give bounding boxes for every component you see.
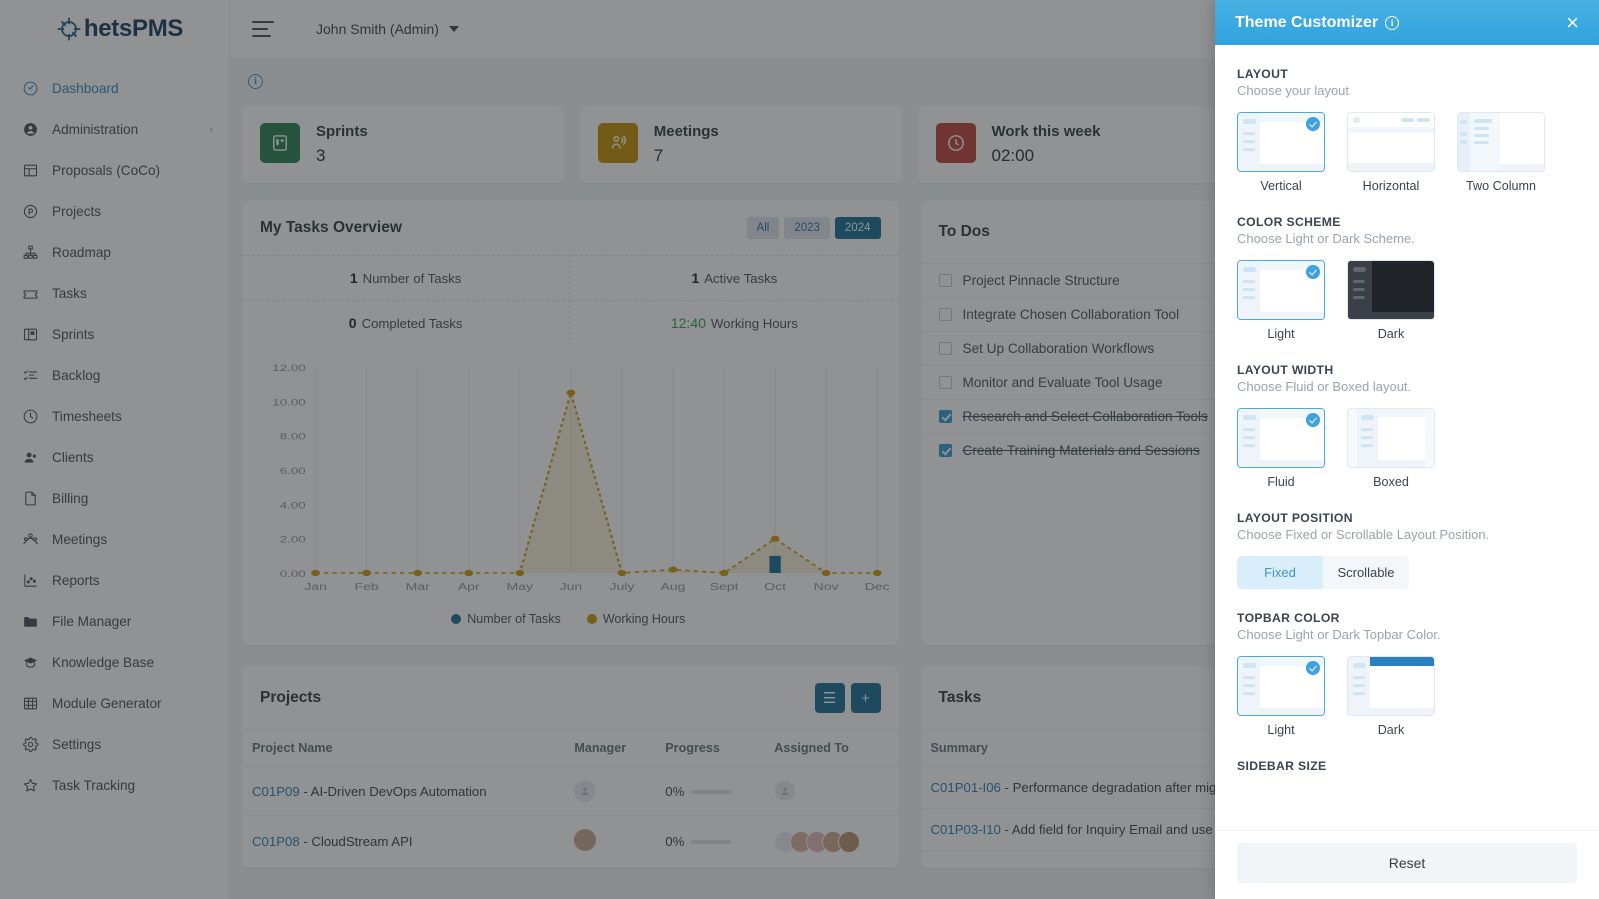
tc-section-heading: LAYOUT [1237, 67, 1289, 81]
tc-thumb-label: Light [1267, 723, 1295, 737]
tc-thumb-layout_width-boxed[interactable] [1347, 408, 1435, 468]
tc-section-sidebar_size: SIDEBAR SIZE [1237, 759, 1577, 773]
tc-option-thumbs: Vertical Horizontal Two Column [1237, 112, 1577, 193]
tc-section-layout_position: LAYOUT POSITION Choose Fixed or Scrollabl… [1237, 511, 1577, 589]
tc-thumb-topbar_color-light[interactable] [1237, 656, 1325, 716]
tc-thumb-label: Dark [1377, 327, 1405, 341]
tc-thumb-label: Boxed [1373, 475, 1409, 489]
tc-section-color_scheme: COLOR SCHEME Choose Light or Dark Scheme.… [1237, 215, 1577, 341]
theme-customizer-header: Theme Customizer i × [1215, 0, 1599, 45]
check-icon [1306, 661, 1320, 675]
tc-section-heading: COLOR SCHEME [1237, 215, 1341, 229]
theme-customizer-title: Theme Customizer [1235, 13, 1379, 31]
tc-thumb-color_scheme-dark[interactable] [1347, 260, 1435, 320]
tc-option-thumbs: Fluid Boxed [1237, 408, 1577, 489]
tc-section-heading: LAYOUT WIDTH [1237, 363, 1334, 377]
tc-section-layout: LAYOUT Choose your layout Vertical Horizont… [1237, 67, 1577, 193]
toggle-option-scrollable[interactable]: Scrollable [1323, 556, 1409, 589]
tc-thumb-label: Two Column [1466, 179, 1536, 193]
tc-option-thumbs: Light Dark [1237, 260, 1577, 341]
tc-section-subtext: Choose Fluid or Boxed layout. [1237, 379, 1412, 394]
theme-customizer-body: LAYOUT Choose your layout Vertical Horizont… [1215, 45, 1599, 830]
tc-section-layout_width: LAYOUT WIDTH Choose Fluid or Boxed layout… [1237, 363, 1577, 489]
tc-thumb-label: Light [1267, 327, 1295, 341]
tc-section-subtext: Choose Fixed or Scrollable Layout Positi… [1237, 527, 1490, 542]
reset-button[interactable]: Reset [1237, 843, 1577, 883]
tc-section-heading: SIDEBAR SIZE [1237, 759, 1327, 773]
check-icon [1306, 265, 1320, 279]
tc-thumb-layout-vertical[interactable] [1237, 112, 1325, 172]
tc-thumb-label: Fluid [1267, 475, 1295, 489]
theme-customizer-panel: Theme Customizer i × LAYOUT Choose your l… [1215, 0, 1599, 899]
tc-section-heading: TOPBAR COLOR [1237, 611, 1340, 625]
tc-thumb-layout_width-fluid[interactable] [1237, 408, 1325, 468]
tc-section-subtext: Choose Light or Dark Topbar Color. [1237, 627, 1441, 642]
tc-thumb-label: Vertical [1260, 179, 1302, 193]
tc-section-heading: LAYOUT POSITION [1237, 511, 1353, 525]
tc-section-topbar_color: TOPBAR COLOR Choose Light or Dark Topbar … [1237, 611, 1577, 737]
tc-thumb-label: Dark [1377, 723, 1405, 737]
close-icon[interactable]: × [1566, 11, 1579, 34]
tc-section-subtext: Choose your layout [1237, 83, 1350, 98]
check-icon [1306, 413, 1320, 427]
tc-thumb-label: Horizontal [1362, 179, 1420, 193]
theme-customizer-footer: Reset [1215, 830, 1599, 899]
tc-option-thumbs: Light Dark [1237, 656, 1577, 737]
check-icon [1306, 117, 1320, 131]
tc-thumb-topbar_color-dark[interactable] [1347, 656, 1435, 716]
tc-thumb-layout-two column[interactable] [1457, 112, 1545, 172]
tc-section-subtext: Choose Light or Dark Scheme. [1237, 231, 1415, 246]
toggle-option-fixed[interactable]: Fixed [1237, 556, 1323, 589]
tc-thumb-color_scheme-light[interactable] [1237, 260, 1325, 320]
layout-position-toggle: Fixed Scrollable [1237, 556, 1409, 589]
info-icon[interactable]: i [1385, 15, 1400, 30]
tc-thumb-layout-horizontal[interactable] [1347, 112, 1435, 172]
